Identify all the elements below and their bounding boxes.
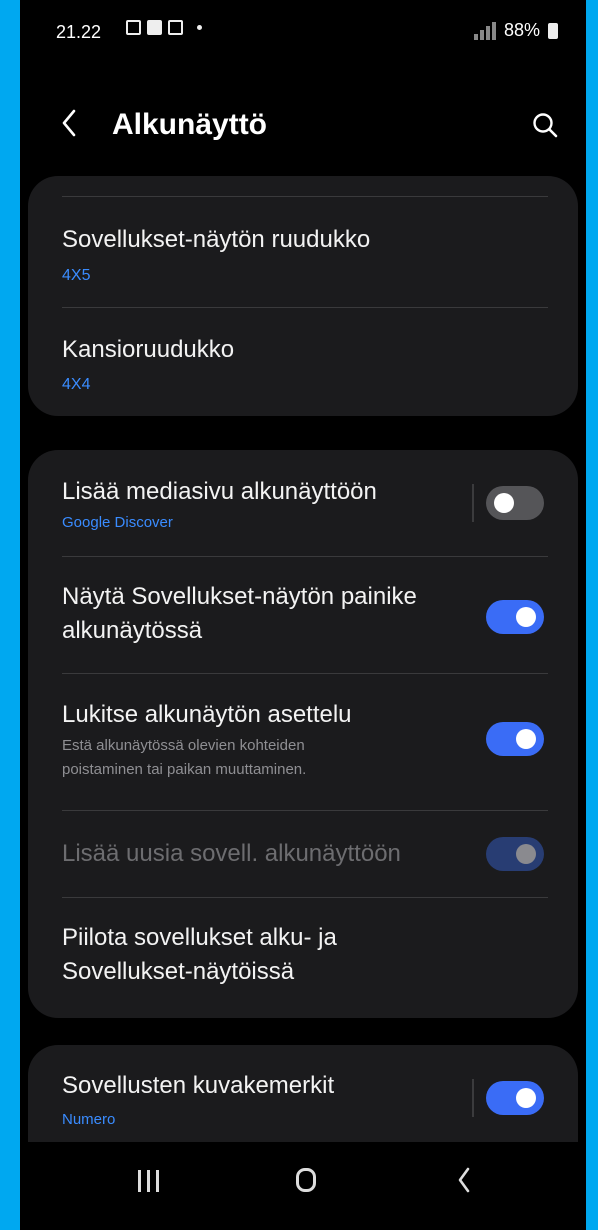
add-new-apps-setting: Lisää uusia sovell. alkunäyttöön: [28, 811, 578, 897]
setting-title: Lisää mediasivu alkunäyttöön: [62, 478, 377, 505]
app-bar: Alkunäyttö: [20, 90, 586, 160]
signal-icon: [466, 21, 496, 40]
status-bar: 21.22 88%: [20, 0, 586, 60]
setting-desc-line2: poistaminen tai paikan muuttaminen.: [62, 761, 307, 778]
setting-desc-line1: Estä alkunäytössä olevien kohteiden: [62, 737, 305, 754]
homescreen-options-card: Lisää mediasivu alkunäyttöön Google Disc…: [28, 450, 578, 1018]
setting-title-line2: alkunäytössä: [62, 617, 203, 644]
media-page-setting[interactable]: Lisää mediasivu alkunäyttöön Google Disc…: [28, 450, 578, 556]
more-notifications-icon: [197, 25, 202, 30]
separator: [472, 484, 474, 522]
status-right: 88%: [466, 20, 558, 41]
back-button[interactable]: [58, 109, 80, 137]
search-button[interactable]: [530, 110, 560, 140]
setting-subtitle: Google Discover: [62, 514, 173, 531]
app-badges-toggle[interactable]: [486, 1081, 544, 1115]
status-time: 21.22: [56, 22, 102, 42]
setting-title: Kansioruudukko: [62, 336, 235, 363]
setting-title: Sovellusten kuvakemerkit: [62, 1072, 335, 1099]
battery-icon: [548, 22, 558, 39]
apps-button-toggle[interactable]: [486, 600, 544, 634]
folder-grid-setting[interactable]: Kansioruudukko 4X4: [28, 308, 578, 416]
setting-title-line2: Sovellukset-näytöissä: [62, 958, 295, 985]
page-title: Alkunäyttö: [112, 108, 268, 141]
media-page-toggle[interactable]: [486, 486, 544, 520]
toggle-knob: [516, 1088, 536, 1108]
chevron-left-icon: [62, 109, 76, 137]
mail-icon: [168, 20, 183, 35]
navigation-bar: [20, 1142, 586, 1230]
lock-layout-setting[interactable]: Lukitse alkunäytön asettelu Estä alkunäy…: [28, 674, 578, 810]
separator: [472, 1079, 474, 1117]
notification-icons: [126, 20, 202, 35]
lock-layout-toggle[interactable]: [486, 722, 544, 756]
setting-title: Lukitse alkunäytön asettelu: [62, 701, 352, 728]
app-notification-icon: [147, 20, 162, 35]
apps-grid-setting[interactable]: Sovellukset-näytön ruudukko 4X5: [28, 197, 578, 307]
hide-apps-setting[interactable]: Piilota sovellukset alku- ja Sovellukset…: [28, 898, 578, 1018]
grid-settings-card: Sovellukset-näytön ruudukko 4X5 Kansioru…: [28, 176, 578, 416]
battery-percent: 88%: [503, 20, 540, 40]
app-badges-setting[interactable]: Sovellusten kuvakemerkit Numero: [28, 1045, 578, 1151]
toggle-knob: [494, 493, 514, 513]
setting-value: 4X4: [62, 376, 91, 393]
recent-apps-icon[interactable]: [138, 1170, 159, 1192]
setting-value: 4X5: [62, 267, 91, 284]
setting-title-line1: Näytä Sovellukset-näytön painike: [62, 583, 417, 610]
toggle-knob: [516, 729, 536, 749]
setting-subtitle: Numero: [62, 1111, 116, 1128]
setting-title: Sovellukset-näytön ruudukko: [62, 226, 371, 253]
phone-screen: 21.22 88% Alkunäyttö Sovellukset-näytön …: [20, 0, 586, 1230]
home-icon[interactable]: [296, 1168, 316, 1192]
toggle-knob: [516, 607, 536, 627]
back-icon[interactable]: [456, 1166, 472, 1199]
add-new-apps-toggle: [486, 837, 544, 871]
gallery-icon: [126, 20, 141, 35]
apps-button-setting[interactable]: Näytä Sovellukset-näytön painike alkunäy…: [28, 557, 578, 673]
setting-title: Lisää uusia sovell. alkunäyttöön: [62, 840, 401, 867]
search-icon: [533, 113, 558, 138]
toggle-knob: [516, 844, 536, 864]
setting-title-line1: Piilota sovellukset alku- ja: [62, 924, 337, 951]
